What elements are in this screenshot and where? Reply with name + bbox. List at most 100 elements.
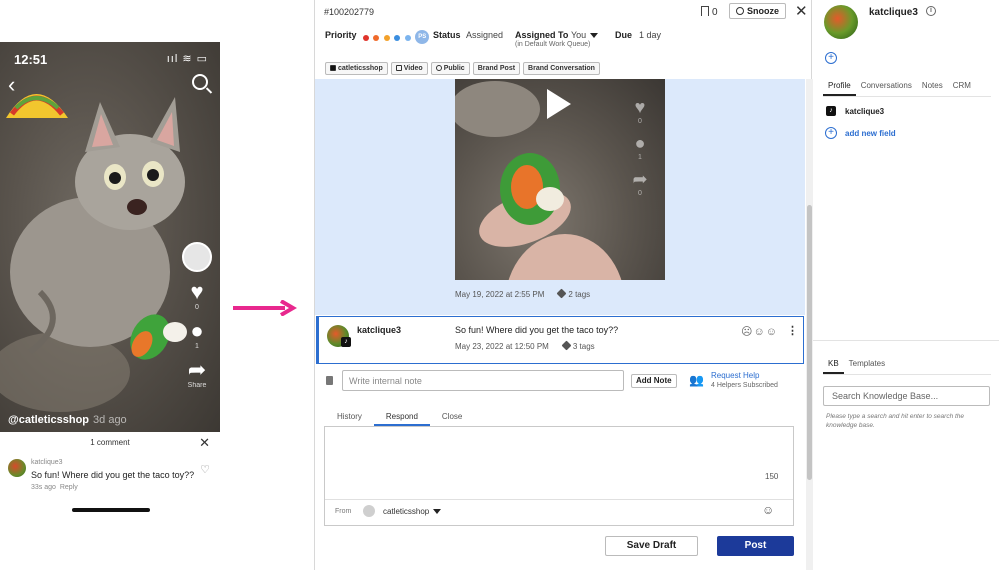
add-new-field-link[interactable]: add new field <box>845 129 896 138</box>
from-account-dropdown[interactable]: catleticsshop <box>383 507 442 516</box>
commenter-username[interactable]: katclique3 <box>31 459 63 466</box>
video-handle-name[interactable]: @catleticsshop <box>8 414 89 426</box>
comment-age: 33s ago <box>31 484 56 491</box>
selected-comment[interactable]: ♪ katclique3 So fun! Where did you get t… <box>316 316 804 364</box>
add-icon[interactable]: + <box>825 52 837 64</box>
priority-dot <box>373 35 380 41</box>
ticket-panel: #100202779 0 Snooze ✕ Priority PS Status… <box>314 0 813 570</box>
sentiment-icons[interactable]: ☹☺☺ <box>741 325 778 338</box>
tag-channel[interactable]: catleticsshop <box>325 62 388 75</box>
post-video-thumbnail[interactable]: ♥ 0 ● 1 ➦ 0 <box>455 79 665 280</box>
reply-link[interactable]: Reply <box>60 484 78 491</box>
customer-name: katclique3 <box>869 7 918 18</box>
tab-respond[interactable]: Respond <box>373 410 430 426</box>
helpers-icon: 👥 <box>689 373 704 387</box>
arrow-right-icon <box>233 300 297 316</box>
status-label: Status <box>433 30 461 40</box>
snooze-button[interactable]: Snooze <box>729 3 787 19</box>
kb-search-input[interactable] <box>823 386 990 406</box>
search-icon[interactable] <box>192 74 208 90</box>
status-value[interactable]: Assigned <box>466 30 503 40</box>
close-icon[interactable]: ✕ <box>199 435 210 451</box>
commenter-avatar[interactable] <box>8 459 26 477</box>
play-icon[interactable] <box>547 89 571 119</box>
due-value[interactable]: 1 day <box>639 30 661 40</box>
heart-icon[interactable]: ♥ <box>180 280 214 304</box>
comment-text: So fun! Where did you get the taco toy?? <box>31 470 195 480</box>
tag-brand-conversation[interactable]: Brand Conversation <box>523 62 600 75</box>
account-avatar <box>363 505 375 517</box>
scrollbar-thumb[interactable] <box>807 205 812 480</box>
snooze-label: Snooze <box>747 6 780 16</box>
tab-profile[interactable]: Profile <box>823 80 856 96</box>
assigned-queue: (in Default Work Queue) <box>515 41 591 48</box>
creator-avatar[interactable] <box>182 242 212 272</box>
add-note-button[interactable]: Add Note <box>631 374 677 388</box>
tab-templates[interactable]: Templates <box>844 358 890 374</box>
tab-close[interactable]: Close <box>430 410 474 426</box>
tiktok-icon <box>330 65 336 71</box>
conversation-thread: ♥ 0 ● 1 ➦ 0 May 19, 2022 at 2:55 PM 2 tags <box>315 79 805 315</box>
thumb-like-count: 0 <box>638 118 642 125</box>
close-ticket-icon[interactable]: ✕ <box>795 2 808 20</box>
comment-icon[interactable]: ● <box>180 319 214 343</box>
post-meta: May 19, 2022 at 2:55 PM 2 tags <box>455 288 590 299</box>
thumb-comment-count: 1 <box>638 154 642 161</box>
comment-icon: ● <box>634 133 646 153</box>
share-icon[interactable]: ➦ <box>180 358 214 382</box>
response-tabs: History Respond Close <box>325 410 474 426</box>
tab-history[interactable]: History <box>325 410 374 426</box>
tag-label: Video <box>403 65 423 72</box>
heart-outline-icon[interactable]: ♡ <box>200 463 210 476</box>
profile-tabs: Profile Conversations Notes CRM <box>823 80 976 96</box>
bookmark-count: 0 <box>712 7 718 18</box>
commenter-username[interactable]: katclique3 <box>357 325 401 335</box>
internal-note-input[interactable] <box>342 370 624 391</box>
due-label: Due <box>615 30 633 40</box>
comment-meta: May 23, 2022 at 12:50 PM 3 tags <box>455 340 595 351</box>
tiktok-action-rail: ♥ 0 ● 1 ➦ Share <box>180 242 214 389</box>
like-count: 0 <box>195 304 199 311</box>
add-field-icon[interactable]: + <box>825 127 837 139</box>
info-icon[interactable]: i <box>926 6 936 16</box>
video-age: 3d ago <box>93 414 127 426</box>
bookmark-button[interactable]: 0 <box>701 5 718 18</box>
priority-selector[interactable]: PS <box>363 28 430 46</box>
response-editor[interactable]: 150 From catleticsshop ☺ <box>324 426 794 526</box>
status-bar-icons: ııl ≋ ▭ <box>166 53 208 65</box>
comment-tag-count[interactable]: 3 tags <box>573 342 595 351</box>
heart-icon: ♥ <box>634 97 646 117</box>
panel-divider <box>813 340 999 341</box>
tag-public[interactable]: Public <box>430 62 470 75</box>
comments-sheet-title: 1 comment <box>90 438 130 447</box>
post-tag-count[interactable]: 2 tags <box>568 290 590 299</box>
tab-crm[interactable]: CRM <box>948 80 976 96</box>
post-button[interactable]: Post <box>717 536 794 556</box>
assigned-to-label: Assigned To <box>515 30 569 40</box>
tab-notes[interactable]: Notes <box>917 80 948 96</box>
share-icon: ➦ <box>632 169 648 189</box>
assigned-to-value: You <box>571 30 587 40</box>
tag-video[interactable]: Video <box>390 62 428 75</box>
tiktok-icon: ♪ <box>826 106 836 116</box>
request-help-link[interactable]: Request Help <box>711 371 759 380</box>
assigned-to-dropdown[interactable]: You <box>571 30 599 40</box>
tiktok-handle[interactable]: katclique3 <box>845 107 884 116</box>
comments-sheet: 1 comment ✕ katclique3 So fun! Where did… <box>0 432 220 520</box>
tag-brand-post[interactable]: Brand Post <box>472 62 521 75</box>
customer-avatar <box>824 5 858 39</box>
tab-kb[interactable]: KB <box>823 358 844 374</box>
save-draft-button[interactable]: Save Draft <box>605 536 698 556</box>
from-account-name: catleticsshop <box>383 507 430 516</box>
tab-conversations[interactable]: Conversations <box>856 80 917 96</box>
tiktok-video: 12:51 ııl ≋ ▭ ‹ ♥ 0 ● 1 ➦ Share @catleti… <box>0 42 220 432</box>
editor-divider <box>325 499 793 500</box>
emoji-icon[interactable]: ☺ <box>762 503 774 517</box>
priority-owner-avatar: PS <box>415 29 430 44</box>
tabs-divider <box>823 96 991 97</box>
more-options-icon[interactable]: ⋮ <box>787 324 798 337</box>
kb-search-hint: Please type a search and hit enter to se… <box>826 413 965 429</box>
video-handle: @catleticsshop 3d ago <box>8 414 127 426</box>
home-indicator <box>72 508 150 512</box>
back-icon[interactable]: ‹ <box>8 72 15 98</box>
